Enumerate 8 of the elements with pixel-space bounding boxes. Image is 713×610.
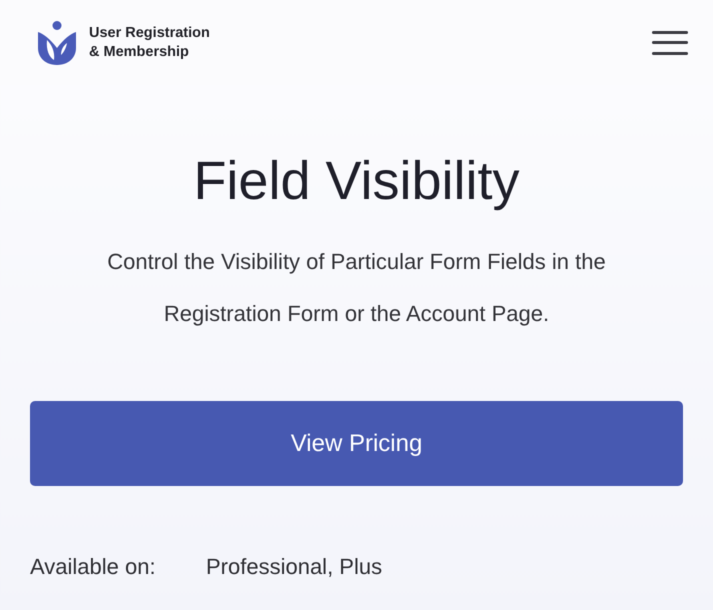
page-description: Control the Visibility of Particular Form Fields in the Registration Form or the Account Page. <box>106 248 607 328</box>
logo-text: User Registration & Membership <box>89 24 210 62</box>
view-pricing-button[interactable]: View Pricing <box>30 401 683 486</box>
availability-value: Professional, Plus <box>206 553 382 581</box>
page-title: Field Visibility <box>193 150 520 213</box>
menu-icon[interactable] <box>652 30 688 54</box>
availability-label: Available on: <box>30 553 157 581</box>
logo-icon <box>38 20 76 64</box>
